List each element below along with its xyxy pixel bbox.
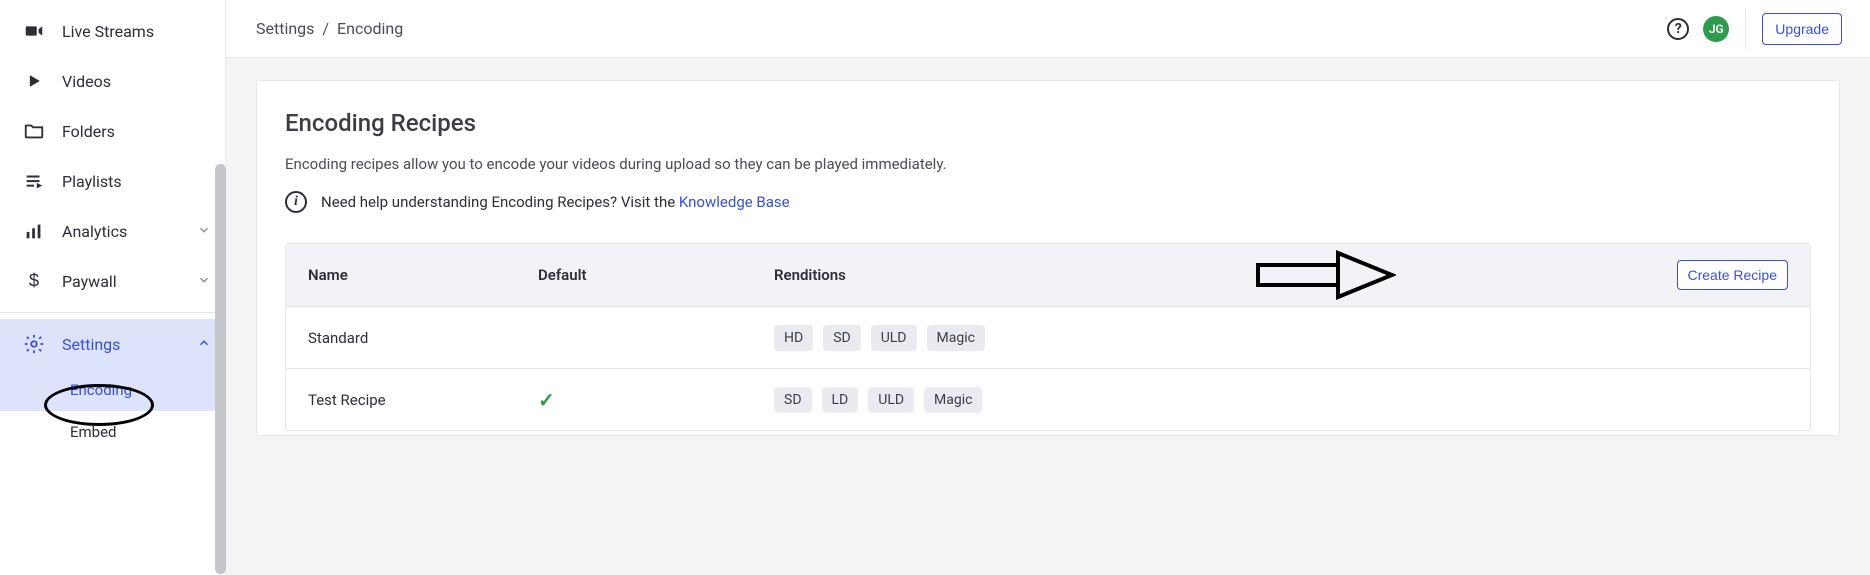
avatar[interactable]: JG bbox=[1703, 16, 1729, 42]
table-header: Name Default Renditions Create Recipe bbox=[286, 244, 1810, 306]
th-default: Default bbox=[538, 266, 774, 284]
rendition-chip: ULD bbox=[871, 325, 917, 351]
sidebar-item-videos[interactable]: Videos bbox=[0, 56, 225, 106]
cell-name: Standard bbox=[308, 329, 538, 347]
play-icon bbox=[22, 69, 46, 93]
rendition-chip: SD bbox=[774, 387, 812, 413]
topbar: Settings / Encoding ? JG Upgrade bbox=[226, 0, 1870, 58]
table-row[interactable]: Standard HD SD ULD Magic bbox=[286, 306, 1810, 368]
dollar-icon: $ bbox=[22, 269, 46, 293]
sidebar-sub-label: Encoding bbox=[70, 381, 132, 399]
bar-chart-icon bbox=[22, 219, 46, 243]
th-action: Create Recipe bbox=[1658, 260, 1788, 290]
th-name: Name bbox=[308, 266, 538, 284]
divider bbox=[0, 312, 225, 313]
sidebar: Live Streams Videos Folders Playlists An bbox=[0, 0, 226, 575]
page-title: Encoding Recipes bbox=[285, 109, 1811, 137]
sidebar-item-settings[interactable]: Settings bbox=[0, 319, 225, 369]
page-description: Encoding recipes allow you to encode you… bbox=[285, 155, 1811, 173]
rendition-chip: ULD bbox=[868, 387, 914, 413]
topbar-right: ? JG Upgrade bbox=[1667, 9, 1842, 49]
scrollbar[interactable] bbox=[215, 0, 226, 575]
sidebar-item-label: Analytics bbox=[62, 222, 127, 241]
folder-icon bbox=[22, 119, 46, 143]
content-outer: Encoding Recipes Encoding recipes allow … bbox=[226, 58, 1870, 575]
rendition-chip: Magic bbox=[927, 325, 985, 351]
create-recipe-button[interactable]: Create Recipe bbox=[1677, 260, 1789, 290]
sidebar-item-label: Live Streams bbox=[62, 22, 154, 41]
th-renditions: Renditions bbox=[774, 266, 1658, 284]
breadcrumb-current: Encoding bbox=[337, 19, 403, 38]
sidebar-item-label: Videos bbox=[62, 72, 111, 91]
rendition-chip: LD bbox=[822, 387, 859, 413]
upgrade-button[interactable]: Upgrade bbox=[1762, 13, 1842, 45]
sidebar-item-label: Paywall bbox=[62, 272, 117, 291]
help-prefix: Need help understanding Encoding Recipes… bbox=[321, 193, 679, 211]
sidebar-item-label: Playlists bbox=[62, 172, 122, 191]
check-icon: ✓ bbox=[538, 388, 555, 412]
camera-icon bbox=[22, 19, 46, 43]
knowledge-base-link[interactable]: Knowledge Base bbox=[679, 193, 790, 211]
sidebar-sub-embed[interactable]: Embed bbox=[0, 411, 225, 453]
breadcrumb-sep: / bbox=[322, 19, 329, 38]
cell-renditions: HD SD ULD Magic bbox=[774, 325, 1658, 351]
breadcrumb: Settings / Encoding bbox=[256, 19, 403, 38]
sidebar-item-label: Folders bbox=[62, 122, 115, 141]
help-text: Need help understanding Encoding Recipes… bbox=[321, 193, 790, 211]
breadcrumb-root[interactable]: Settings bbox=[256, 19, 314, 38]
sidebar-item-paywall[interactable]: $ Paywall bbox=[0, 256, 225, 306]
sidebar-item-folders[interactable]: Folders bbox=[0, 106, 225, 156]
recipes-table: Name Default Renditions Create Recipe St… bbox=[285, 243, 1811, 431]
sidebar-item-analytics[interactable]: Analytics bbox=[0, 206, 225, 256]
sidebar-item-live-streams[interactable]: Live Streams bbox=[0, 6, 225, 56]
info-icon: i bbox=[285, 191, 307, 213]
rendition-chip: SD bbox=[823, 325, 861, 351]
cell-default: ✓ bbox=[538, 388, 774, 412]
rendition-chip: HD bbox=[774, 325, 813, 351]
help-icon[interactable]: ? bbox=[1667, 18, 1689, 40]
chevron-up-icon bbox=[197, 335, 211, 354]
cell-name: Test Recipe bbox=[308, 391, 538, 409]
scrollbar-thumb[interactable] bbox=[215, 164, 226, 574]
chevron-down-icon bbox=[197, 222, 211, 241]
content-card: Encoding Recipes Encoding recipes allow … bbox=[256, 80, 1840, 436]
sidebar-item-playlists[interactable]: Playlists bbox=[0, 156, 225, 206]
main: Settings / Encoding ? JG Upgrade Encodin… bbox=[226, 0, 1870, 575]
gear-icon bbox=[22, 332, 46, 356]
svg-text:$: $ bbox=[29, 270, 39, 291]
table-row[interactable]: Test Recipe ✓ SD LD ULD Magic bbox=[286, 368, 1810, 430]
help-row: i Need help understanding Encoding Recip… bbox=[285, 191, 1811, 213]
chevron-down-icon bbox=[197, 272, 211, 291]
sidebar-sub-label: Embed bbox=[70, 423, 117, 441]
sidebar-sub-encoding[interactable]: Encoding bbox=[0, 369, 225, 411]
divider bbox=[1745, 9, 1746, 49]
cell-renditions: SD LD ULD Magic bbox=[774, 387, 1658, 413]
playlist-icon bbox=[22, 169, 46, 193]
rendition-chip: Magic bbox=[924, 387, 982, 413]
sidebar-item-label: Settings bbox=[62, 335, 120, 354]
